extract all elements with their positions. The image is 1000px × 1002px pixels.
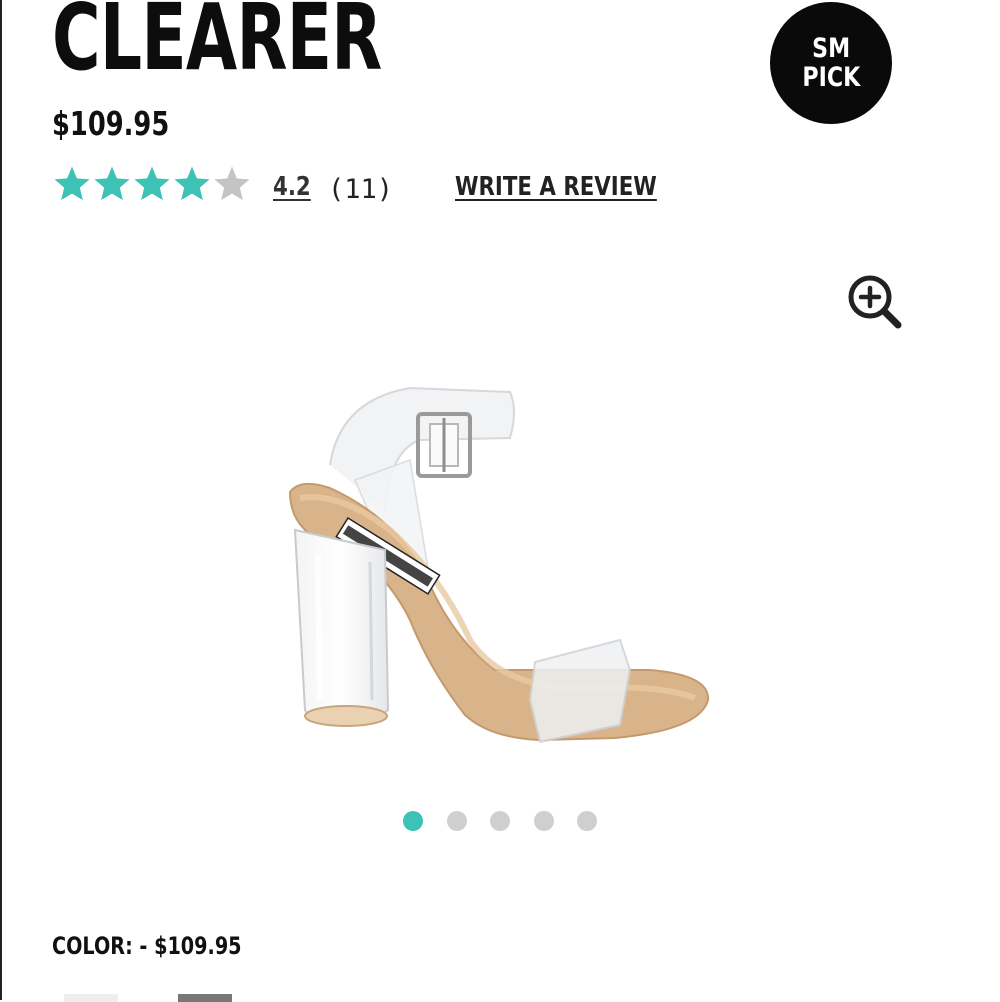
badge-line-2: PICK (802, 62, 860, 93)
rating-stars[interactable] (52, 164, 252, 204)
color-swatch-clear[interactable] (64, 994, 118, 1002)
star-icon (174, 166, 210, 201)
sandal-illustration (288, 386, 710, 744)
star-icon (54, 166, 90, 201)
product-title: CLEARER (52, 0, 382, 91)
star-icon (134, 166, 170, 201)
carousel-dot[interactable] (533, 811, 554, 831)
carousel-dot[interactable] (490, 811, 510, 831)
page-left-border (0, 0, 2, 1000)
zoom-in-icon[interactable] (845, 272, 903, 330)
carousel-dot[interactable] (577, 811, 597, 831)
sm-pick-badge[interactable]: SM PICK (770, 2, 892, 124)
review-count: (11) (328, 174, 394, 205)
product-price: $109.95 (52, 104, 170, 143)
badge-line-1: SM (811, 33, 850, 64)
carousel-dot[interactable] (446, 811, 467, 831)
color-label: COLOR: - $109.95 (52, 932, 242, 960)
color-swatch-dark[interactable] (178, 994, 232, 1002)
write-review-link[interactable]: WRITE A REVIEW (455, 172, 657, 202)
star-icon (94, 166, 130, 201)
carousel-dot[interactable] (403, 811, 423, 831)
rating-value-link[interactable]: 4.2 (273, 172, 311, 202)
star-icon (214, 166, 250, 201)
carousel-dots (403, 811, 621, 831)
product-image[interactable] (270, 370, 720, 760)
